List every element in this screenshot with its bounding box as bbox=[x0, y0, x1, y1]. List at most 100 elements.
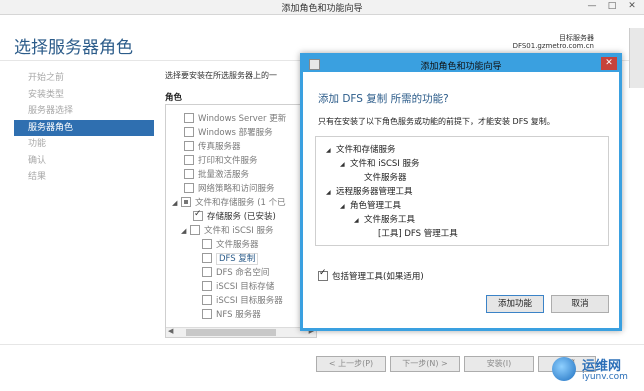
maximize-button[interactable]: □ bbox=[602, 0, 622, 13]
role-label: DFS 复制 bbox=[216, 253, 259, 265]
role-row-selected[interactable]: DFS 复制 bbox=[202, 252, 259, 266]
tree-node-label: [工具] DFS 管理工具 bbox=[378, 229, 458, 239]
watermark: 运维网 iyunv.com bbox=[552, 355, 640, 387]
tree-node: 文件服务器 bbox=[364, 171, 407, 183]
roles-list[interactable]: Windows Server 更新 Windows 部署服务 传真服务器 打印和… bbox=[165, 104, 317, 338]
role-checkbox[interactable] bbox=[202, 308, 212, 319]
role-checkbox[interactable] bbox=[184, 112, 194, 123]
dialog-description: 只有在安装了以下角色服务或功能的前提下，才能安装 DFS 复制。 bbox=[318, 117, 555, 126]
role-label: NFS 服务器 bbox=[216, 310, 261, 320]
role-label: 打印和文件服务 bbox=[198, 156, 258, 166]
nav-item-features[interactable]: 功能 bbox=[14, 136, 154, 153]
side-strip bbox=[629, 28, 644, 88]
role-checkbox[interactable] bbox=[184, 154, 194, 165]
tree-node-label: 文件和 iSCSI 服务 bbox=[350, 159, 420, 169]
role-label: 文件和存储服务 (1 个已 bbox=[195, 198, 286, 208]
role-checkbox[interactable] bbox=[202, 238, 212, 249]
dialog-title-bar: 添加角色和功能向导 ✕ bbox=[303, 56, 619, 72]
destination-server: DFS01.gzmetro.com.cn bbox=[512, 42, 594, 50]
globe-icon bbox=[552, 357, 576, 381]
page-title: 选择服务器角色 bbox=[14, 38, 133, 58]
role-checkbox[interactable] bbox=[202, 252, 212, 263]
role-checkbox[interactable] bbox=[202, 294, 212, 305]
role-row[interactable]: Windows 部署服务 bbox=[184, 126, 273, 140]
window-title: 添加角色和功能向导 bbox=[281, 4, 363, 14]
role-row[interactable]: iSCSI 目标存储 bbox=[202, 280, 274, 294]
title-bar: 添加角色和功能向导 — □ ✕ bbox=[0, 0, 644, 15]
role-checkbox[interactable] bbox=[193, 208, 203, 221]
include-tools-option[interactable]: 包括管理工具(如果适用) bbox=[318, 268, 424, 282]
role-label: 存储服务 (已安装) bbox=[207, 212, 276, 222]
role-label: 文件服务器 bbox=[216, 240, 259, 250]
expand-icon[interactable]: ◢ bbox=[172, 197, 181, 210]
watermark-url: iyunv.com bbox=[582, 372, 628, 382]
expand-icon[interactable]: ◢ bbox=[181, 225, 190, 238]
tree-node-label: 文件服务工具 bbox=[364, 215, 416, 225]
tree-node: ◢ 远程服务器管理工具 bbox=[326, 185, 413, 197]
tree-node: ◢ 角色管理工具 bbox=[340, 199, 401, 211]
roles-description: 选择要安装在所选服务器上的一 bbox=[165, 71, 277, 80]
role-label: DFS 命名空间 bbox=[216, 268, 270, 278]
expanded-icon[interactable]: ◢ bbox=[340, 203, 350, 210]
next-button[interactable]: 下一步(N) > bbox=[390, 356, 460, 372]
role-checkbox[interactable] bbox=[181, 196, 191, 207]
nav-item-results[interactable]: 结果 bbox=[14, 169, 154, 186]
role-row[interactable]: 传真服务器 bbox=[184, 140, 241, 154]
tree-node-label: 文件服务器 bbox=[364, 173, 407, 183]
role-checkbox[interactable] bbox=[190, 224, 200, 235]
role-label: iSCSI 目标服务器 bbox=[216, 296, 283, 306]
tree-node: ◢ 文件服务工具 bbox=[354, 213, 415, 225]
include-tools-checkbox[interactable] bbox=[318, 268, 328, 281]
role-row[interactable]: 网络策略和访问服务 bbox=[184, 182, 275, 196]
roles-column-header: 角色 bbox=[165, 93, 183, 103]
role-checkbox[interactable] bbox=[202, 280, 212, 291]
tree-node: ◢ 文件和 iSCSI 服务 bbox=[340, 157, 420, 169]
role-row[interactable]: DFS 命名空间 bbox=[202, 266, 270, 280]
role-checkbox[interactable] bbox=[184, 126, 194, 137]
previous-button[interactable]: < 上一步(P) bbox=[316, 356, 386, 372]
tree-node: [工具] DFS 管理工具 bbox=[378, 227, 458, 239]
expanded-icon[interactable]: ◢ bbox=[354, 217, 364, 224]
role-row[interactable]: 存储服务 (已安装) bbox=[193, 208, 276, 224]
tree-node-label: 文件和存储服务 bbox=[336, 145, 396, 155]
wizard-window: 添加角色和功能向导 — □ ✕ 选择服务器角色 目标服务器 DFS01.gzme… bbox=[0, 0, 644, 391]
nav-item-installation-type[interactable]: 安装类型 bbox=[14, 87, 154, 104]
role-row[interactable]: iSCSI 目标服务器 bbox=[202, 294, 283, 308]
nav-item-server-roles[interactable]: 服务器角色 bbox=[14, 119, 154, 136]
tree-node-label: 远程服务器管理工具 bbox=[336, 187, 413, 197]
dialog-heading: 添加 DFS 复制 所需的功能? bbox=[318, 93, 449, 105]
nav-item-confirmation[interactable]: 确认 bbox=[14, 153, 154, 170]
role-label: Windows Server 更新 bbox=[198, 114, 287, 124]
role-checkbox[interactable] bbox=[184, 168, 194, 179]
nav-item-before-you-begin[interactable]: 开始之前 bbox=[14, 70, 154, 87]
install-button[interactable]: 安装(I) bbox=[464, 356, 534, 372]
role-row[interactable]: 文件服务器 bbox=[202, 238, 259, 252]
add-features-dialog: 添加角色和功能向导 ✕ 添加 DFS 复制 所需的功能? 只有在安装了以下角色服… bbox=[300, 53, 622, 331]
role-row[interactable]: Windows Server 更新 bbox=[184, 112, 287, 126]
role-row[interactable]: ◢ 文件和 iSCSI 服务 bbox=[181, 224, 274, 238]
role-label: 批量激活服务 bbox=[198, 170, 250, 180]
nav-item-server-selection[interactable]: 服务器选择 bbox=[14, 103, 154, 120]
expanded-icon[interactable]: ◢ bbox=[340, 161, 350, 168]
required-features-tree: ◢ 文件和存储服务 ◢ 文件和 iSCSI 服务 文件服务器 ◢ 远程服务器管理工具 … bbox=[315, 136, 609, 246]
add-features-button[interactable]: 添加功能 bbox=[486, 295, 544, 313]
expanded-icon[interactable]: ◢ bbox=[326, 189, 336, 196]
role-checkbox[interactable] bbox=[202, 266, 212, 277]
role-checkbox[interactable] bbox=[184, 140, 194, 151]
expanded-icon[interactable]: ◢ bbox=[326, 147, 336, 154]
role-label: 文件和 iSCSI 服务 bbox=[204, 226, 274, 236]
footer-divider bbox=[0, 344, 644, 345]
close-button[interactable]: ✕ bbox=[622, 0, 642, 13]
horizontal-scrollbar[interactable]: ◀ ▶ bbox=[166, 327, 316, 337]
dialog-close-button[interactable]: ✕ bbox=[601, 57, 617, 70]
role-row[interactable]: NFS 服务器 bbox=[202, 308, 261, 322]
minimize-button[interactable]: — bbox=[582, 0, 602, 13]
role-row[interactable]: 打印和文件服务 bbox=[184, 154, 258, 168]
role-checkbox[interactable] bbox=[184, 182, 194, 193]
scroll-left-icon[interactable]: ◀ bbox=[168, 327, 173, 335]
role-row[interactable]: ◢ 文件和存储服务 (1 个已 bbox=[172, 196, 286, 210]
role-label: 网络策略和访问服务 bbox=[198, 184, 275, 194]
dialog-cancel-button[interactable]: 取消 bbox=[551, 295, 609, 313]
scrollbar-thumb[interactable] bbox=[186, 329, 276, 336]
role-row[interactable]: 批量激活服务 bbox=[184, 168, 250, 182]
